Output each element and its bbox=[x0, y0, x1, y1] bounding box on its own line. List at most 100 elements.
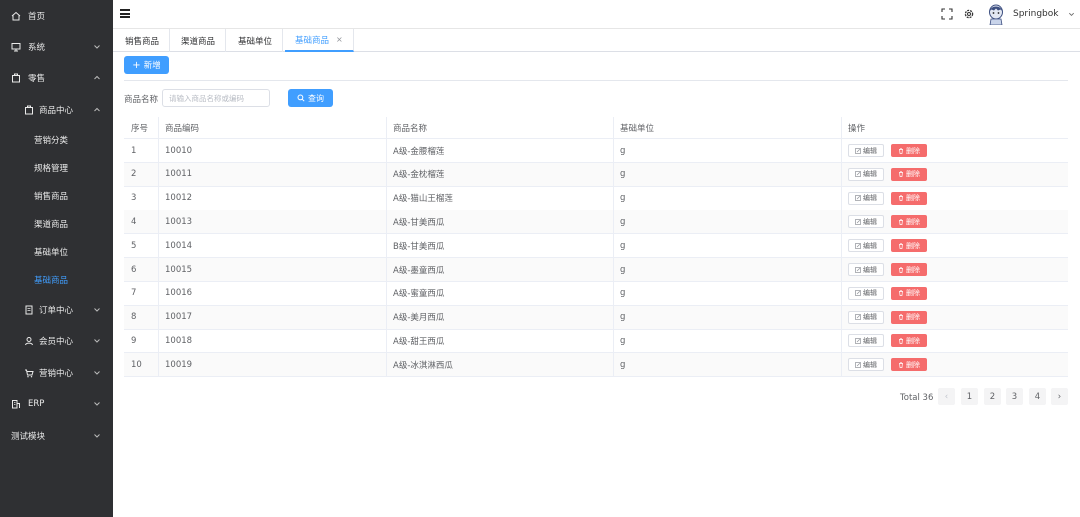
page-button-4[interactable]: 4 bbox=[1029, 388, 1046, 405]
chevron-down-icon[interactable] bbox=[1068, 11, 1075, 18]
edit-icon bbox=[855, 195, 861, 201]
sidebar-item-system[interactable]: 系统 bbox=[0, 33, 113, 61]
edit-button[interactable]: 编辑 bbox=[848, 239, 884, 253]
column-header: 操作 bbox=[848, 123, 866, 134]
sidebar-item-label: 规格管理 bbox=[34, 164, 69, 174]
table-cell-unit: g bbox=[620, 145, 626, 156]
chevron-up-icon bbox=[94, 107, 100, 112]
delete-button[interactable]: 删除 bbox=[891, 334, 927, 348]
edit-button[interactable]: 编辑 bbox=[848, 310, 884, 324]
sidebar-item-marketing-category[interactable]: 营销分类 bbox=[0, 126, 113, 154]
delete-button[interactable]: 删除 bbox=[891, 144, 927, 157]
sidebar-item-label: 系统 bbox=[28, 43, 46, 53]
chevron-down-icon bbox=[94, 434, 100, 438]
sidebar-item-retail[interactable]: 零售 bbox=[0, 64, 113, 92]
column-divider bbox=[841, 186, 842, 210]
table-cell-index: 5 bbox=[131, 240, 137, 251]
delete-button[interactable]: 删除 bbox=[891, 191, 927, 205]
sidebar-item-label: 首页 bbox=[28, 12, 46, 22]
tab-sales-products[interactable]: 销售商品 bbox=[115, 29, 171, 52]
page-button-1[interactable]: 1 bbox=[961, 388, 978, 405]
table-cell-name: B级-甘美西瓜 bbox=[393, 241, 445, 252]
add-button-label: 新增 bbox=[143, 61, 161, 71]
trash-icon bbox=[899, 243, 903, 249]
column-divider bbox=[158, 329, 159, 353]
chevron-up-icon bbox=[94, 75, 100, 80]
sidebar-item-spec-management[interactable]: 规格管理 bbox=[0, 154, 113, 182]
sidebar-item-channel-products[interactable]: 渠道商品 bbox=[0, 210, 113, 238]
edit-button-label: 编辑 bbox=[863, 336, 877, 345]
column-divider bbox=[613, 329, 614, 353]
user-name[interactable]: Springbok bbox=[1013, 9, 1058, 19]
column-header: 基础单位 bbox=[620, 123, 655, 134]
query-button[interactable]: 查询 bbox=[288, 89, 333, 107]
edit-button[interactable]: 编辑 bbox=[848, 215, 884, 229]
delete-button[interactable]: 删除 bbox=[891, 263, 927, 276]
table-cell-index: 6 bbox=[131, 264, 137, 275]
table-cell-name: A级-冰淇淋西瓜 bbox=[393, 360, 453, 371]
sidebar-item-base-units[interactable]: 基础单位 bbox=[0, 238, 113, 266]
delete-button[interactable]: 删除 bbox=[891, 239, 927, 253]
column-divider bbox=[158, 186, 159, 210]
tab-base-units[interactable]: 基础单位 bbox=[228, 29, 284, 52]
edit-button-label: 编辑 bbox=[863, 241, 877, 250]
column-divider bbox=[613, 353, 614, 377]
close-icon[interactable]: × bbox=[336, 35, 343, 44]
column-divider bbox=[386, 139, 387, 162]
edit-button[interactable]: 编辑 bbox=[848, 263, 884, 276]
edit-button[interactable]: 编辑 bbox=[848, 167, 884, 181]
chevron-down-icon bbox=[94, 45, 100, 49]
cart-icon bbox=[24, 368, 34, 378]
prev-page-button[interactable]: ‹ bbox=[938, 388, 955, 405]
table-cell-unit: g bbox=[620, 264, 626, 275]
sidebar-item-product-center[interactable]: 商品中心 bbox=[0, 96, 113, 124]
search-icon bbox=[297, 94, 305, 102]
sidebar-item-test-module[interactable]: 测试模块 bbox=[0, 422, 113, 450]
tab-base-products[interactable]: 基础商品 × bbox=[285, 29, 354, 52]
page-button-2[interactable]: 2 bbox=[984, 388, 1001, 405]
delete-button[interactable]: 删除 bbox=[891, 167, 927, 181]
edit-button[interactable]: 编辑 bbox=[848, 286, 884, 300]
sidebar-item-home[interactable]: 首页 bbox=[0, 2, 113, 30]
column-divider bbox=[386, 329, 387, 353]
tab-channel-products[interactable]: 渠道商品 bbox=[171, 29, 227, 52]
column-divider bbox=[841, 353, 842, 377]
sidebar-item-base-products[interactable]: 基础商品 bbox=[0, 266, 113, 294]
delete-button-label: 删除 bbox=[906, 241, 920, 250]
delete-button[interactable]: 删除 bbox=[891, 310, 927, 324]
table-cell-name: A级-美月西瓜 bbox=[393, 313, 445, 324]
fullscreen-icon[interactable] bbox=[941, 8, 953, 20]
sidebar-item-sales-products[interactable]: 销售商品 bbox=[0, 182, 113, 210]
delete-button[interactable]: 删除 bbox=[891, 358, 927, 372]
edit-button[interactable]: 编辑 bbox=[848, 144, 884, 157]
column-header: 商品名称 bbox=[393, 123, 428, 134]
edit-icon bbox=[855, 290, 861, 297]
delete-button[interactable]: 删除 bbox=[891, 215, 927, 229]
edit-icon bbox=[855, 361, 861, 368]
delete-button[interactable]: 删除 bbox=[891, 286, 927, 300]
user-icon bbox=[24, 336, 34, 346]
column-divider bbox=[158, 353, 159, 377]
column-divider bbox=[841, 329, 842, 353]
sidebar-item-order-center[interactable]: 订单中心 bbox=[0, 296, 113, 324]
sidebar-item-marketing-center[interactable]: 营销中心 bbox=[0, 359, 113, 387]
page-button-3[interactable]: 3 bbox=[1006, 388, 1023, 405]
edit-button[interactable]: 编辑 bbox=[848, 191, 884, 205]
edit-button[interactable]: 编辑 bbox=[848, 358, 884, 372]
menu-toggle-icon[interactable] bbox=[120, 9, 130, 18]
next-page-button[interactable]: › bbox=[1051, 388, 1068, 405]
edit-button-label: 编辑 bbox=[863, 170, 877, 179]
tab-label: 基础商品 bbox=[295, 35, 330, 46]
edit-button[interactable]: 编辑 bbox=[848, 334, 884, 348]
avatar[interactable] bbox=[987, 3, 1005, 25]
product-name-search-input[interactable] bbox=[162, 89, 270, 107]
edit-icon bbox=[855, 242, 861, 249]
sidebar-item-erp[interactable]: ERP bbox=[0, 390, 113, 418]
add-button[interactable]: + 新增 bbox=[124, 56, 169, 74]
edit-icon bbox=[855, 314, 861, 320]
table-row: 6 10015 A级-墨童西瓜 g 编辑 删除 bbox=[124, 258, 1068, 282]
sidebar-item-member-center[interactable]: 会员中心 bbox=[0, 327, 113, 355]
column-divider bbox=[841, 258, 842, 281]
settings-gear-icon[interactable] bbox=[963, 8, 975, 20]
delete-button-label: 删除 bbox=[906, 146, 920, 155]
